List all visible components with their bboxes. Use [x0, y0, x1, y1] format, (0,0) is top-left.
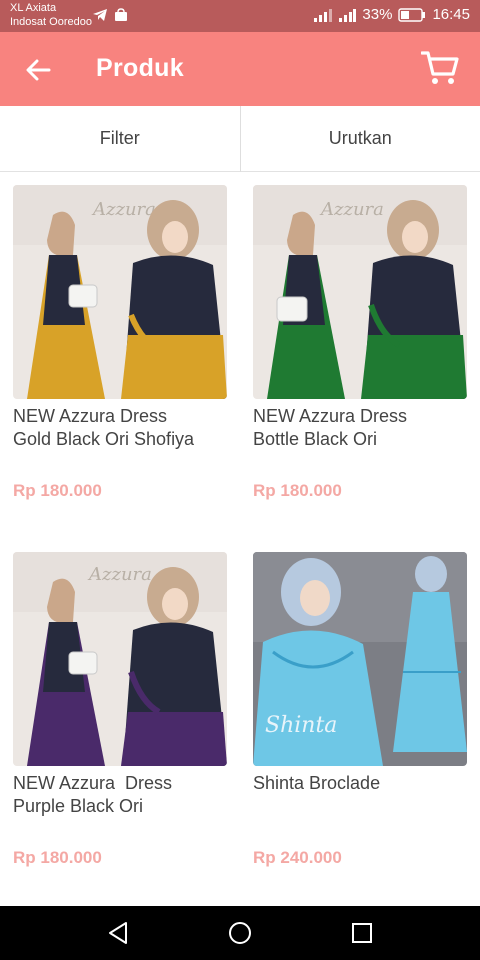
telegram-icon — [93, 9, 107, 21]
azzura-bottle-black-photo: Azzura — [253, 185, 467, 399]
product-price: Rp 180.000 — [13, 848, 102, 867]
product-image[interactable]: Azzura — [13, 552, 227, 766]
notification-icons — [92, 8, 128, 22]
product-image[interactable]: Shinta — [253, 552, 467, 766]
product-card[interactable]: Azzura NEW Azzura Dress Bottle Black Ori… — [253, 185, 467, 501]
battery-percent: 33% — [362, 6, 393, 23]
sort-button[interactable]: Urutkan — [241, 106, 480, 171]
battery-icon — [398, 7, 426, 22]
nav-home-button[interactable] — [222, 915, 258, 951]
filter-button[interactable]: Filter — [0, 106, 240, 171]
product-card[interactable]: Azzura NEW Azzura Dress Purple Black Ori… — [13, 552, 227, 868]
signal-icon — [314, 8, 333, 22]
brand-watermark: Azzura — [87, 564, 152, 585]
nav-back-button[interactable] — [100, 915, 136, 951]
product-card[interactable]: Azzura NEW Azzura Dress Gold Black Ori S… — [13, 185, 227, 501]
product-price: Rp 180.000 — [13, 481, 102, 500]
circle-home-icon — [229, 922, 251, 944]
square-recents-icon — [352, 923, 372, 943]
product-image[interactable]: Azzura — [13, 185, 227, 399]
nav-recents-button[interactable] — [344, 915, 380, 951]
azzura-purple-black-photo: Azzura — [13, 552, 227, 766]
product-name[interactable]: NEW Azzura Dress Gold Black Ori Shofiya — [13, 405, 227, 455]
azzura-gold-black-photo: Azzura — [13, 185, 227, 399]
brand-watermark: Azzura — [319, 199, 384, 220]
cart-button[interactable] — [418, 48, 462, 88]
back-button[interactable] — [22, 54, 54, 86]
product-card[interactable]: Shinta Shinta Broclade Rp 240.000 — [253, 552, 467, 868]
product-price: Rp 180.000 — [253, 481, 342, 500]
page-title: Produk — [96, 54, 184, 82]
product-name[interactable]: NEW Azzura Dress Bottle Black Ori — [253, 405, 467, 455]
signal-icon-2 — [339, 8, 357, 22]
product-name[interactable]: NEW Azzura Dress Purple Black Ori — [13, 772, 227, 822]
carrier-2-label: Indosat Ooredoo — [10, 16, 92, 28]
product-image[interactable]: Azzura — [253, 185, 467, 399]
filter-sort-bar: Filter Urutkan — [0, 106, 480, 172]
product-grid: Azzura NEW Azzura Dress Gold Black Ori S… — [0, 172, 480, 906]
arrow-left-icon — [26, 59, 51, 81]
brand-watermark: Azzura — [91, 199, 156, 220]
clock: 16:45 — [432, 6, 470, 23]
product-name[interactable]: Shinta Broclade — [253, 772, 467, 822]
app-bar: Produk — [0, 32, 480, 106]
shinta-broclade-photo: Shinta — [253, 552, 467, 766]
product-price: Rp 240.000 — [253, 848, 342, 867]
shopping-cart-icon — [421, 51, 459, 84]
system-nav-bar — [0, 906, 480, 960]
shopping-bag-icon — [115, 8, 127, 21]
status-bar: XL Axiata Indosat Ooredoo 33% 16:45 — [0, 0, 480, 32]
brand-watermark: Shinta — [265, 713, 337, 738]
triangle-back-icon — [109, 922, 127, 944]
carrier-1-label: XL Axiata — [10, 2, 57, 14]
status-right: 33% 16:45 — [310, 6, 470, 23]
